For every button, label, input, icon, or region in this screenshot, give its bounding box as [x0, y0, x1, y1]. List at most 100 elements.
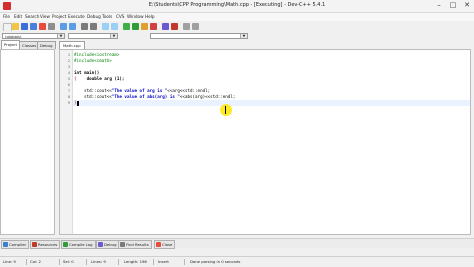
- compiler-combo[interactable]: ▼: [150, 33, 248, 39]
- resources-icon: [32, 242, 37, 247]
- line-number-gutter: 1 2 3 4 5 6 7 8 9: [60, 50, 73, 234]
- project-browser-panel[interactable]: [0, 49, 55, 235]
- menu-file[interactable]: File: [3, 13, 10, 21]
- menu-project[interactable]: Project: [52, 13, 66, 21]
- undo-icon[interactable]: [60, 23, 67, 30]
- menu-window[interactable]: Window: [127, 13, 144, 21]
- save-all-icon[interactable]: [30, 23, 37, 30]
- bottom-panel-tabs: Compiler Resources Compile Log Debug Fin…: [0, 238, 474, 249]
- code-line-cout-abs: std::cout<<"The value of abs(arg) is "<<…: [74, 94, 235, 100]
- app-window: E:\Students\CPP Programming\Math.cpp - […: [0, 0, 474, 267]
- menu-view[interactable]: View: [40, 13, 50, 21]
- chevron-down-icon: ▼: [57, 34, 64, 38]
- text-caret: [76, 100, 79, 106]
- close-panel-icon: [156, 242, 161, 247]
- cout-prefix: std::cout<<: [84, 94, 112, 99]
- indent-icon[interactable]: [102, 23, 109, 30]
- profile-icon[interactable]: [183, 23, 190, 30]
- debug-icon: [98, 242, 103, 247]
- unindent-icon[interactable]: [111, 23, 118, 30]
- status-lines: Lines: 9: [91, 259, 106, 264]
- tab-resources[interactable]: Resources: [30, 240, 61, 249]
- status-message: Done parsing in 0 seconds: [190, 259, 241, 264]
- chevron-down-icon: ▼: [110, 34, 117, 38]
- tab-project[interactable]: Project: [1, 40, 20, 49]
- status-sel: Sel: 0: [63, 259, 74, 264]
- tab-compile-log-label: Compile Log: [69, 242, 93, 247]
- cout-suffix: <<arg<<std::endl;: [167, 88, 211, 93]
- title-bar: E:\Students\CPP Programming\Math.cpp - […: [0, 0, 474, 13]
- menu-bar: File Edit Search View Project Execute De…: [0, 13, 474, 21]
- rebuild-icon[interactable]: [150, 23, 157, 30]
- debug-icon[interactable]: [162, 23, 169, 30]
- mouse-highlight-icon: [220, 104, 232, 116]
- run-icon[interactable]: [132, 23, 139, 30]
- menu-help[interactable]: Help: [145, 13, 155, 21]
- current-line-highlight: [73, 100, 470, 106]
- line-number: 9: [67, 101, 70, 105]
- status-separator: [118, 259, 119, 265]
- globals-combo-value: (globals): [5, 34, 22, 39]
- stop-icon[interactable]: [171, 23, 178, 30]
- tab-resources-label: Resources: [38, 242, 58, 247]
- tab-compile-log[interactable]: Compile Log: [61, 240, 96, 249]
- find-icon[interactable]: [81, 23, 88, 30]
- tab-compiler-label: Compiler: [9, 242, 27, 247]
- secondary-toolbar: (globals) ▼ ▼ ▼: [0, 31, 474, 41]
- chevron-down-icon: ▼: [240, 34, 247, 38]
- status-length: Length: 196: [124, 259, 147, 264]
- tab-debug-bottom-label: Debug: [104, 242, 117, 247]
- status-separator: [26, 259, 27, 265]
- minimize-button[interactable]: –: [432, 1, 446, 10]
- open-brace: {: [74, 76, 77, 81]
- cout-suffix: <<abs(arg)<<std::endl;: [179, 94, 236, 99]
- compile-icon[interactable]: [123, 23, 130, 30]
- cout-prefix: std::cout<<: [84, 88, 112, 93]
- menu-edit[interactable]: Edit: [14, 13, 22, 21]
- status-separator: [59, 259, 60, 265]
- menu-execute[interactable]: Execute: [68, 13, 85, 21]
- ibeam-cursor-icon: [225, 106, 226, 114]
- status-bar: Line: 9 Col: 2 Sel: 0 Lines: 9 Length: 1…: [0, 256, 474, 267]
- maximize-button[interactable]: □: [446, 1, 460, 10]
- menu-debug[interactable]: Debug: [87, 13, 101, 21]
- compile-log-icon: [63, 242, 68, 247]
- arg-declaration: arg (1);: [101, 76, 125, 81]
- close-button[interactable]: ✕: [460, 1, 474, 10]
- status-separator: [153, 259, 154, 265]
- close-file-icon[interactable]: [39, 23, 46, 30]
- tab-debug[interactable]: Debug: [37, 41, 56, 49]
- tab-find-results-label: Find Results: [126, 242, 149, 247]
- function-combo[interactable]: ▼: [68, 33, 118, 39]
- tab-close-label: Close: [162, 242, 173, 247]
- tab-close[interactable]: Close: [154, 240, 176, 249]
- code-line-include-cmath: #include<cmath>: [74, 58, 112, 63]
- compiler-icon: [3, 242, 8, 247]
- menu-tools[interactable]: Tools: [102, 13, 112, 21]
- code-editor[interactable]: 1 2 3 4 5 6 7 8 9 #include<iostream> #in…: [59, 49, 471, 235]
- redo-icon[interactable]: [69, 23, 76, 30]
- tab-math-cpp[interactable]: Math.cpp: [59, 41, 85, 49]
- string-literal: "The value of abs(arg) is ": [111, 94, 180, 99]
- status-separator: [184, 259, 185, 265]
- tab-find-results[interactable]: Find Results: [118, 240, 152, 249]
- compile-run-icon[interactable]: [141, 23, 148, 30]
- main-signature: main(): [81, 70, 100, 75]
- status-line: Line: 9: [3, 259, 16, 264]
- tab-debug-bottom[interactable]: Debug: [96, 240, 120, 249]
- save-icon[interactable]: [21, 23, 28, 30]
- print-icon[interactable]: [48, 23, 55, 30]
- code-line-open-brace: { double arg (1);: [74, 76, 124, 82]
- tab-compiler[interactable]: Compiler: [1, 240, 30, 249]
- keyword-double: double: [86, 76, 102, 81]
- replace-icon[interactable]: [90, 23, 97, 30]
- menu-search[interactable]: Search: [25, 13, 39, 21]
- options-icon[interactable]: [192, 23, 199, 30]
- menu-cvs[interactable]: CVS: [116, 13, 124, 21]
- open-folder-icon[interactable]: [12, 23, 19, 30]
- window-title: E:\Students\CPP Programming\Math.cpp - […: [148, 2, 326, 8]
- globals-combo[interactable]: (globals) ▼: [2, 33, 65, 39]
- status-separator: [86, 259, 87, 265]
- keyword-int: int: [74, 70, 82, 75]
- find-results-icon: [120, 242, 125, 247]
